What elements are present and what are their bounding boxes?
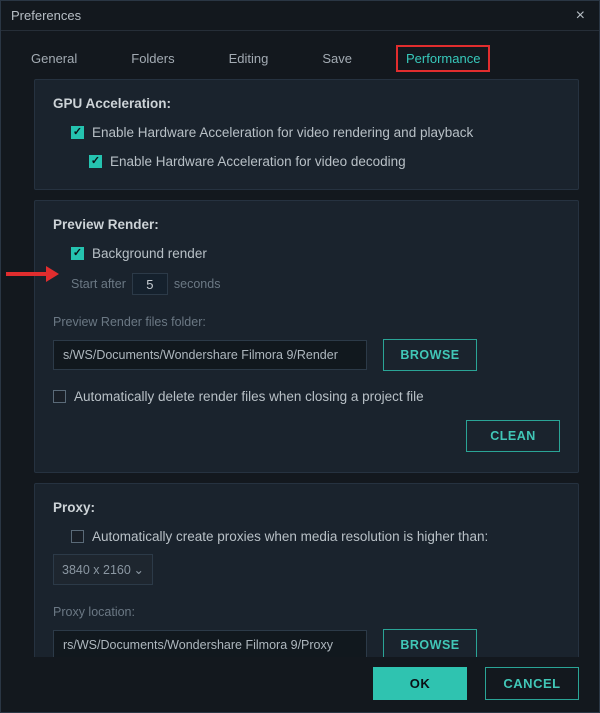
- label-render-folder: Preview Render files folder:: [53, 315, 560, 329]
- tab-save[interactable]: Save: [312, 45, 362, 72]
- section-gpu: GPU Acceleration: Enable Hardware Accele…: [34, 79, 579, 190]
- tab-editing[interactable]: Editing: [219, 45, 279, 72]
- label-seconds: seconds: [174, 277, 221, 291]
- label-auto-delete: Automatically delete render files when c…: [74, 389, 424, 404]
- tab-bar: General Folders Editing Save Performance: [1, 31, 599, 86]
- tab-folders[interactable]: Folders: [121, 45, 184, 72]
- chevron-down-icon: ⌄: [134, 562, 144, 577]
- preferences-window: Preferences × General Folders Editing Sa…: [0, 0, 600, 713]
- ok-button[interactable]: OK: [373, 667, 467, 700]
- select-proxy-value: 3840 x 2160: [62, 563, 131, 577]
- input-start-seconds[interactable]: [132, 273, 168, 295]
- content-scroll[interactable]: GPU Acceleration: Enable Hardware Accele…: [34, 79, 583, 657]
- section-proxy: Proxy: Automatically create proxies when…: [34, 483, 579, 657]
- checkbox-auto-proxy[interactable]: [71, 530, 84, 543]
- close-icon[interactable]: ×: [572, 6, 589, 26]
- select-proxy-resolution[interactable]: 3840 x 2160 ⌄: [53, 554, 153, 585]
- section-preview: Preview Render: Background render Start …: [34, 200, 579, 473]
- proxy-title: Proxy:: [53, 500, 560, 515]
- browse-proxy-button[interactable]: BROWSE: [383, 629, 477, 657]
- checkbox-auto-delete[interactable]: [53, 390, 66, 403]
- dialog-buttons: OK CANCEL: [373, 667, 579, 700]
- label-hw-render: Enable Hardware Acceleration for video r…: [92, 125, 473, 140]
- titlebar: Preferences ×: [1, 1, 599, 31]
- gpu-title: GPU Acceleration:: [53, 96, 560, 111]
- render-folder-row: BROWSE: [53, 339, 560, 371]
- checkbox-hw-decode[interactable]: [89, 155, 102, 168]
- label-proxy-location: Proxy location:: [53, 605, 560, 619]
- input-render-folder[interactable]: [53, 340, 367, 370]
- tab-general[interactable]: General: [21, 45, 87, 72]
- preview-title: Preview Render:: [53, 217, 560, 232]
- checkbox-hw-render[interactable]: [71, 126, 84, 139]
- proxy-location-row: BROWSE: [53, 629, 560, 657]
- tab-performance[interactable]: Performance: [396, 45, 490, 72]
- input-proxy-location[interactable]: [53, 630, 367, 657]
- label-start-after: Start after: [71, 277, 126, 291]
- cancel-button[interactable]: CANCEL: [485, 667, 579, 700]
- clean-button[interactable]: CLEAN: [466, 420, 560, 452]
- checkbox-bg-render[interactable]: [71, 247, 84, 260]
- window-title: Preferences: [11, 8, 81, 23]
- label-auto-proxy: Automatically create proxies when media …: [92, 529, 488, 544]
- label-hw-decode: Enable Hardware Acceleration for video d…: [110, 154, 406, 169]
- browse-render-button[interactable]: BROWSE: [383, 339, 477, 371]
- label-bg-render: Background render: [92, 246, 207, 261]
